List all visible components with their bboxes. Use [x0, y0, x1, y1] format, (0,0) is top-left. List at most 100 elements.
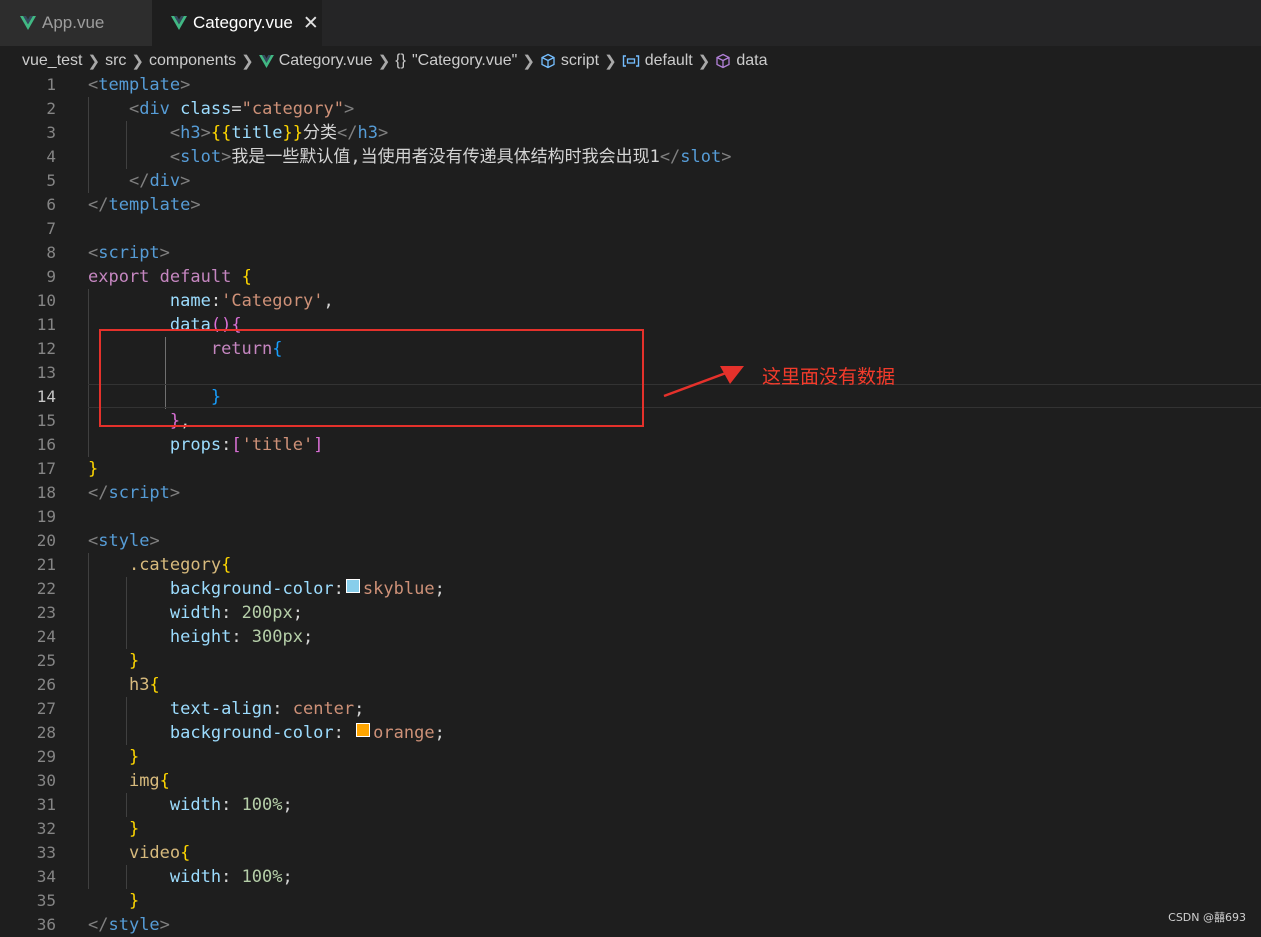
line-number: 1	[46, 75, 56, 94]
code-line: 23 width: 200px;	[0, 601, 1261, 625]
chevron-right-icon: ❯	[87, 53, 101, 70]
breadcrumb-label: script	[560, 52, 600, 69]
tab-app-vue[interactable]: App.vue	[0, 0, 152, 46]
line-number: 2	[46, 99, 56, 118]
vue-icon	[20, 16, 36, 30]
code-text: <div class="category">	[128, 99, 355, 119]
chevron-right-icon: ❯	[604, 53, 617, 70]
code-line: 7	[0, 217, 1261, 241]
code-line: 19	[0, 505, 1261, 529]
line-number: 31	[36, 795, 56, 814]
code-text: }	[128, 747, 140, 767]
code-text: }	[128, 651, 140, 671]
line-number: 9	[46, 267, 56, 286]
code-text: }	[88, 459, 99, 479]
tab-bar: App.vue Category.vue ✕	[0, 0, 1261, 46]
color-swatch-icon[interactable]	[356, 723, 371, 737]
annotation-highlight-box	[99, 329, 644, 427]
color-swatch-icon[interactable]	[345, 579, 360, 593]
line-number: 6	[46, 195, 56, 214]
tab-category-vue[interactable]: Category.vue ✕	[152, 0, 322, 46]
code-text: <style>	[88, 531, 160, 551]
code-line: 35 }	[0, 889, 1261, 913]
line-number: 10	[36, 291, 56, 310]
code-text: height: 300px;	[169, 627, 314, 647]
code-text: name:'Category',	[169, 291, 334, 311]
line-number: 29	[36, 747, 56, 766]
code-text: </div>	[128, 171, 191, 191]
breadcrumb-item-module[interactable]: {} "Category.vue"	[395, 52, 517, 70]
code-text: .category{	[128, 555, 232, 575]
code-text: video{	[128, 843, 191, 863]
watermark: CSDN @囍693	[1168, 911, 1246, 924]
code-text: props:['title']	[169, 435, 324, 455]
line-number: 8	[46, 243, 56, 262]
line-number: 19	[36, 507, 56, 526]
code-line: 5 </div>	[0, 169, 1261, 193]
code-text: text-align: center;	[169, 699, 365, 719]
breadcrumb-label: default	[644, 52, 693, 69]
chevron-right-icon: ❯	[697, 53, 711, 70]
code-line: 1 <template>	[0, 73, 1261, 97]
code-editor[interactable]: 1 <template> 2 <div class="category"> 3 …	[0, 73, 1261, 937]
code-line: 24 height: 300px;	[0, 625, 1261, 649]
breadcrumb-item-src[interactable]: src	[105, 52, 126, 70]
code-line: 27 text-align: center;	[0, 697, 1261, 721]
line-number: 34	[36, 867, 56, 886]
line-number: 12	[36, 339, 56, 358]
code-line: 9 export default {	[0, 265, 1261, 289]
chevron-right-icon: ❯	[377, 53, 391, 70]
code-text: }	[128, 891, 140, 911]
code-line: 2 <div class="category">	[0, 97, 1261, 121]
line-number: 25	[36, 651, 56, 670]
line-number: 5	[46, 171, 56, 190]
code-line: 16 props:['title']	[0, 433, 1261, 457]
line-number: 22	[36, 579, 56, 598]
line-number: 20	[36, 531, 56, 550]
code-line: 4 <slot>我是一些默认值,当使用者没有传递具体结构时我会出现1</slot…	[0, 145, 1261, 169]
code-line: 21 .category{	[0, 553, 1261, 577]
line-number: 4	[46, 147, 56, 166]
line-number: 18	[36, 483, 56, 502]
annotation-arrow-icon	[663, 366, 744, 398]
breadcrumb-item-data[interactable]: data	[715, 52, 767, 70]
code-text: width: 100%;	[169, 867, 293, 887]
line-number: 15	[36, 411, 56, 430]
code-text: </style>	[88, 915, 170, 935]
line-number: 3	[46, 123, 56, 142]
breadcrumb-item-project[interactable]: vue_test	[22, 52, 82, 70]
breadcrumb-item-script[interactable]: script	[540, 52, 599, 70]
breadcrumb-label: "Category.vue"	[411, 52, 518, 69]
code-text: img{	[128, 771, 170, 791]
line-number: 16	[36, 435, 56, 454]
line-number: 26	[36, 675, 56, 694]
breadcrumb: vue_test ❯ src ❯ components ❯ Category.v…	[22, 49, 767, 73]
code-line: 32 }	[0, 817, 1261, 841]
line-number: 33	[36, 843, 56, 862]
variable-icon	[622, 55, 639, 67]
line-number: 23	[36, 603, 56, 622]
breadcrumb-item-default[interactable]: default	[622, 52, 693, 70]
code-line: 26 h3{	[0, 673, 1261, 697]
close-icon[interactable]: ✕	[303, 12, 319, 35]
method-icon	[716, 53, 730, 69]
code-line: 31 width: 100%;	[0, 793, 1261, 817]
line-number: 36	[36, 915, 56, 934]
line-number: 11	[36, 315, 56, 334]
code-line: 18 </script>	[0, 481, 1261, 505]
tab-label: Category.vue	[193, 13, 293, 32]
code-line: 30 img{	[0, 769, 1261, 793]
line-number: 35	[36, 891, 56, 910]
breadcrumb-item-file[interactable]: Category.vue	[258, 52, 373, 70]
breadcrumb-item-components[interactable]: components	[149, 52, 236, 70]
breadcrumb-label: data	[736, 52, 768, 69]
code-text: export default {	[88, 267, 252, 287]
code-text: background-color: orange;	[169, 723, 445, 743]
chevron-right-icon: ❯	[131, 53, 144, 70]
code-line: 34 width: 100%;	[0, 865, 1261, 889]
code-text: background-color: skyblue;	[169, 579, 445, 599]
line-number: 7	[46, 219, 56, 238]
line-number: 14	[36, 387, 56, 406]
code-line: 36 </style>	[0, 913, 1261, 937]
code-text: <template>	[88, 75, 191, 95]
